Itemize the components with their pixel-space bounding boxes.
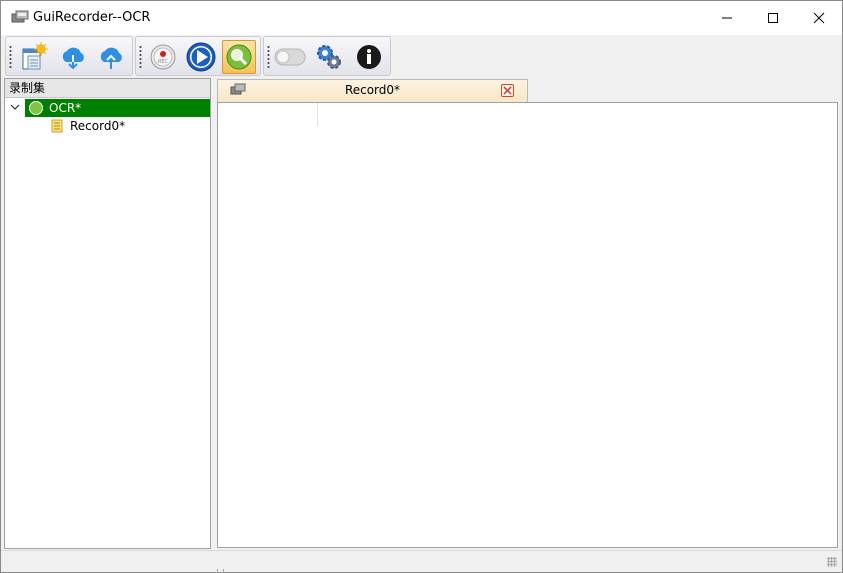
toolbar-group-record: REC xyxy=(135,36,261,76)
svg-text:REC: REC xyxy=(158,59,169,65)
chevron-down-icon[interactable] xyxy=(9,101,21,113)
status-separator xyxy=(217,569,218,573)
info-icon xyxy=(357,45,381,69)
resize-grip[interactable] xyxy=(827,557,837,567)
panel-header: 录制集 xyxy=(5,79,210,98)
tree-item-root[interactable]: OCR* xyxy=(25,99,210,117)
tab-record0[interactable]: Record0* xyxy=(217,79,528,102)
close-icon xyxy=(503,86,512,95)
app-icon xyxy=(11,10,29,23)
record-button[interactable]: REC xyxy=(146,40,180,74)
tab-close-button[interactable] xyxy=(501,84,514,97)
app-window: GuiRecorder--OCR REC 录制集 OCR* Record0* R… xyxy=(0,0,843,573)
document-icon xyxy=(51,119,63,133)
title-bar[interactable]: GuiRecorder--OCR xyxy=(1,1,842,35)
close-button[interactable] xyxy=(796,1,842,35)
tree-item-label: OCR* xyxy=(49,101,82,115)
maximize-icon xyxy=(768,13,778,23)
cloud-upload-icon xyxy=(100,47,122,69)
toolbar-grip[interactable] xyxy=(267,45,270,69)
settings-button[interactable] xyxy=(312,40,346,74)
record-set-panel: 录制集 OCR* Record0* xyxy=(4,78,211,549)
play-icon xyxy=(186,42,216,72)
record-editor[interactable] xyxy=(217,102,838,548)
toggle-button[interactable] xyxy=(273,40,307,74)
magnifier-icon xyxy=(226,44,252,70)
minimize-icon xyxy=(722,17,732,19)
play-button[interactable] xyxy=(184,40,218,74)
upload-button[interactable] xyxy=(94,40,128,74)
window-title: GuiRecorder--OCR xyxy=(33,10,151,25)
rec-icon: REC xyxy=(150,44,176,70)
status-separator xyxy=(223,569,224,573)
close-icon xyxy=(813,12,825,24)
toolbar-group-file xyxy=(5,36,133,76)
tab-label: Record0* xyxy=(344,83,401,97)
gears-icon xyxy=(317,45,341,69)
toolbar-group-tools xyxy=(263,36,391,76)
status-bar xyxy=(1,550,842,572)
maximize-button[interactable] xyxy=(750,1,796,35)
cloud-download-icon xyxy=(62,47,84,70)
new-record-button[interactable] xyxy=(16,40,50,74)
toolbar-grip[interactable] xyxy=(139,45,142,69)
toggle-switch-icon xyxy=(274,48,306,66)
toolbar-grip[interactable] xyxy=(9,45,12,69)
ocr-search-button[interactable] xyxy=(222,40,256,74)
toolbar: REC xyxy=(1,35,842,77)
folder-icon xyxy=(29,101,43,115)
new-document-icon xyxy=(22,42,48,70)
minimize-button[interactable] xyxy=(704,1,750,35)
tree-item-record[interactable]: Record0* xyxy=(70,119,125,133)
download-button[interactable] xyxy=(56,40,90,74)
info-button[interactable] xyxy=(352,40,386,74)
column-divider xyxy=(317,103,318,126)
